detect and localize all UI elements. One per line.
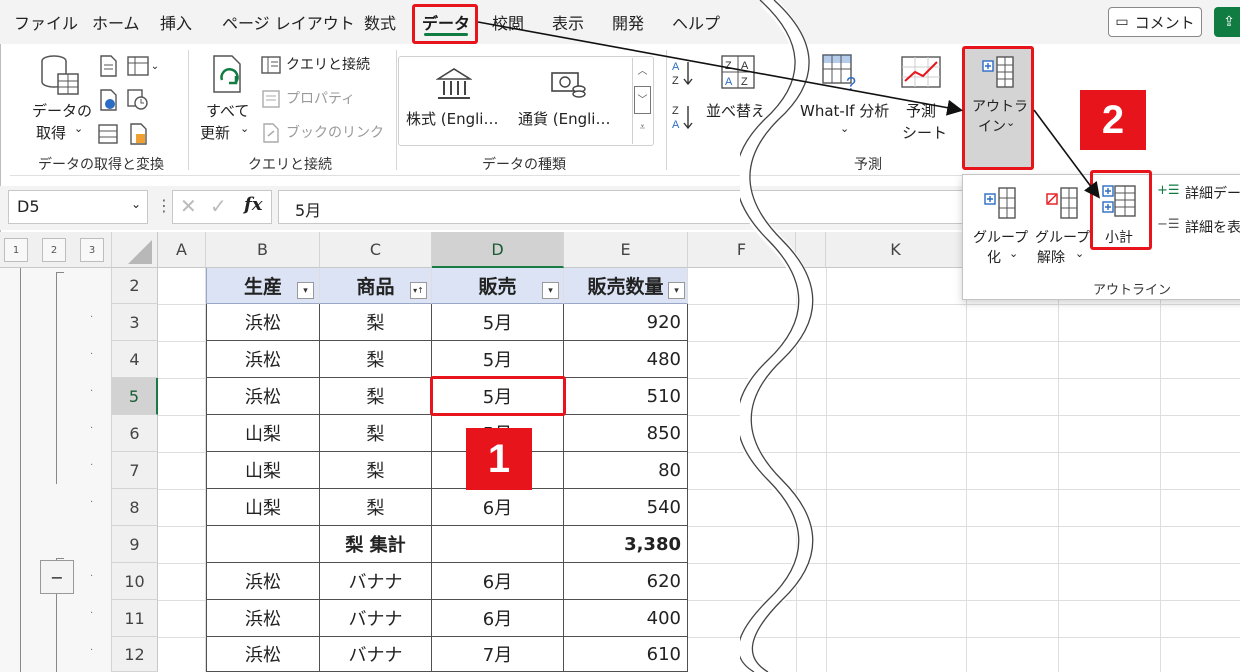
- step-badge-1: 1: [466, 428, 532, 490]
- annotation-arrows: [477, 21, 1100, 199]
- step-badge-2: 2: [1080, 90, 1146, 150]
